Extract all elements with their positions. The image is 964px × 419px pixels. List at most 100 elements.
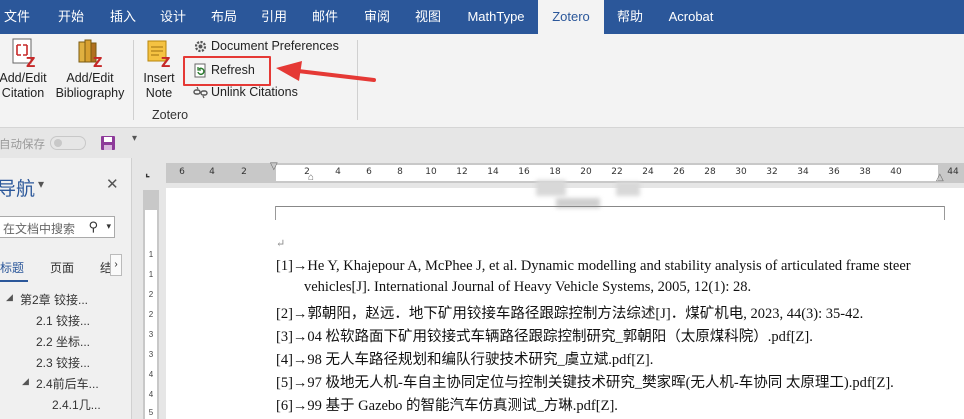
autosave-toggle[interactable] xyxy=(50,136,86,150)
nav-options-icon[interactable]: ▾ xyxy=(38,177,44,191)
insert-note-label-1: Insert xyxy=(143,71,175,85)
reference-entry[interactable]: [1]→He Y, Khajepour A, McPhee J, et al. … xyxy=(276,258,911,275)
ruler-tick-label: 18 xyxy=(549,167,561,177)
nav-heading-item[interactable]: 第2章 铰接... xyxy=(20,291,88,308)
collapse-icon[interactable]: ◢ xyxy=(22,376,29,387)
citation-icon: Z xyxy=(8,38,38,71)
search-icon[interactable]: ⚲ xyxy=(88,219,98,235)
first-line-indent-marker[interactable]: ▽ xyxy=(270,161,278,172)
tab-mathtype[interactable]: MathType xyxy=(458,0,534,34)
vruler-tick-label: 4 xyxy=(148,370,154,379)
nav-heading-item[interactable]: 2.1 铰接... xyxy=(36,312,90,329)
tab-zotero[interactable]: Zotero xyxy=(538,0,604,34)
ribbon-separator xyxy=(133,40,134,120)
reference-entry[interactable]: [5]→97 极地无人机-车自主协同定位与控制关键技术研究_樊家晖(无人机-车协… xyxy=(276,371,894,392)
nav-heading-item[interactable]: 2.4.1几... xyxy=(52,396,101,413)
navigation-pane: 导航 ▾ ✕ 在文档中搜索 ⚲ ▾ 标题 页面 结 › ◢ 第2章 铰接... … xyxy=(0,158,132,419)
tab-help[interactable]: 帮助 xyxy=(609,0,651,34)
tab-layout[interactable]: 布局 xyxy=(203,0,245,34)
ruler-tick-label: 6 xyxy=(366,167,372,177)
ruler-tick-label: 26 xyxy=(673,167,685,177)
search-dropdown-icon[interactable]: ▾ xyxy=(106,221,111,232)
tab-home[interactable]: 开始 xyxy=(50,0,92,34)
right-indent-marker[interactable]: △ xyxy=(936,172,944,183)
ruler-tick-label: 22 xyxy=(611,167,623,177)
tab-file[interactable]: 文件 xyxy=(0,0,34,34)
ruler-tick-label: 6 xyxy=(179,167,185,177)
insert-note-button[interactable]: Z Insert Note xyxy=(139,38,179,101)
bibliography-icon: Z xyxy=(75,38,105,71)
crop-mark xyxy=(944,206,945,220)
ruler-tick-label: 28 xyxy=(704,167,716,177)
ruler-tick-label: 30 xyxy=(735,167,747,177)
nav-search-input[interactable]: 在文档中搜索 ⚲ ▾ xyxy=(0,216,115,238)
close-icon[interactable]: ✕ xyxy=(106,175,119,193)
tab-selector-icon[interactable]: ⌞ xyxy=(145,166,150,179)
nav-heading-item[interactable]: 2.2 坐标... xyxy=(36,333,90,350)
reference-entry-continued[interactable]: vehicles[J]. International Journal of He… xyxy=(304,279,751,296)
save-icon[interactable] xyxy=(100,135,116,151)
ruler-tick-label: 36 xyxy=(828,167,840,177)
ruler-tick-label: 16 xyxy=(518,167,530,177)
svg-text:Z: Z xyxy=(93,56,102,68)
tab-design[interactable]: 设计 xyxy=(152,0,194,34)
nav-heading-item[interactable]: 2.4前后车... xyxy=(36,375,99,392)
ruler-tick-label: 24 xyxy=(642,167,654,177)
vertical-ruler: 1 1 2 2 3 3 4 4 5 xyxy=(143,190,159,419)
reference-entry[interactable]: [4]→98 无人车路径规划和编队行驶技术研究_虞立斌.pdf[Z]. xyxy=(276,348,653,369)
svg-text:Z: Z xyxy=(26,56,35,68)
add-edit-citation-label-1: Add/Edit xyxy=(0,71,47,85)
ribbon-tab-bar: 文件 开始 插入 设计 布局 引用 邮件 审阅 视图 MathType Zote… xyxy=(0,0,964,34)
vruler-tick-label: 3 xyxy=(148,350,154,359)
ruler-tick-label: 4 xyxy=(209,167,215,177)
hanging-indent-marker[interactable]: ⌂ xyxy=(308,172,314,183)
nav-tab-pages[interactable]: 页面 xyxy=(50,259,74,276)
ribbon-zotero: Z Add/Edit Citation Z Add/Edit Bibliogra… xyxy=(0,34,964,128)
tab-view[interactable]: 视图 xyxy=(407,0,449,34)
qat-customize-icon[interactable]: ▾ xyxy=(132,133,137,144)
add-edit-bibliography-label-1: Add/Edit xyxy=(66,71,114,85)
annotation-arrow-icon xyxy=(276,61,376,82)
vruler-tick-label: 4 xyxy=(148,390,154,399)
reference-entry[interactable]: [3]→04 松软路面下矿用铰接式车辆路径跟踪控制研究_郭朝阳（太原煤科院）.p… xyxy=(276,325,813,346)
vruler-tick-label: 2 xyxy=(148,310,154,319)
ruler-tick-label: 40 xyxy=(890,167,902,177)
nav-heading-item[interactable]: 2.3 铰接... xyxy=(36,354,90,371)
ruler-tick-label: 20 xyxy=(580,167,592,177)
tab-mailings[interactable]: 邮件 xyxy=(304,0,346,34)
ruler-tick-label: 4 xyxy=(335,167,341,177)
unlink-icon xyxy=(193,85,208,100)
ruler-tick-label: 44 xyxy=(947,167,959,177)
collapse-icon[interactable]: ◢ xyxy=(6,292,13,303)
reference-entry[interactable]: [2]→郭朝阳，赵远．地下矿用铰接车路径跟踪控制方法综述[J]．煤矿机电, 20… xyxy=(276,302,863,323)
nav-tab-scroll-icon[interactable]: › xyxy=(110,254,122,276)
paragraph-mark: ↵ xyxy=(276,238,286,250)
nav-search-placeholder: 在文档中搜索 xyxy=(3,222,76,236)
add-edit-bibliography-button[interactable]: Z Add/Edit Bibliography xyxy=(52,38,128,101)
tab-review[interactable]: 审阅 xyxy=(356,0,398,34)
quick-access-toolbar: 自动保存 ▾ xyxy=(0,129,964,157)
nav-tab-underline xyxy=(0,280,28,282)
vruler-tick-label: 1 xyxy=(148,270,154,279)
add-edit-citation-button[interactable]: Z Add/Edit Citation xyxy=(0,38,48,101)
ruler-tick-label: 12 xyxy=(456,167,468,177)
toggle-knob xyxy=(54,139,62,147)
ruler-tick-label: 38 xyxy=(859,167,871,177)
insert-note-label-2: Note xyxy=(145,86,173,100)
ruler-tick-label: 2 xyxy=(241,167,247,177)
blurred-header xyxy=(536,180,566,196)
nav-title: 导航 xyxy=(0,179,36,200)
add-edit-bibliography-label-2: Bibliography xyxy=(55,86,125,100)
vruler-tick-label: 5 xyxy=(148,408,154,417)
ruler-tick-label: 14 xyxy=(487,167,499,177)
nav-tab-headings[interactable]: 标题 xyxy=(0,259,24,276)
reference-entry[interactable]: [6]→99 基于 Gazebo 的智能汽车仿真测试_方琳.pdf[Z]. xyxy=(276,394,618,415)
ruler-tick-label: 34 xyxy=(797,167,809,177)
tab-references[interactable]: 引用 xyxy=(253,0,295,34)
tab-acrobat[interactable]: Acrobat xyxy=(660,0,722,34)
tab-insert[interactable]: 插入 xyxy=(102,0,144,34)
crop-mark xyxy=(275,206,276,220)
document-preferences-button[interactable]: Document Preferences xyxy=(191,36,339,56)
blurred-header xyxy=(616,182,640,196)
note-icon: Z xyxy=(144,38,174,71)
